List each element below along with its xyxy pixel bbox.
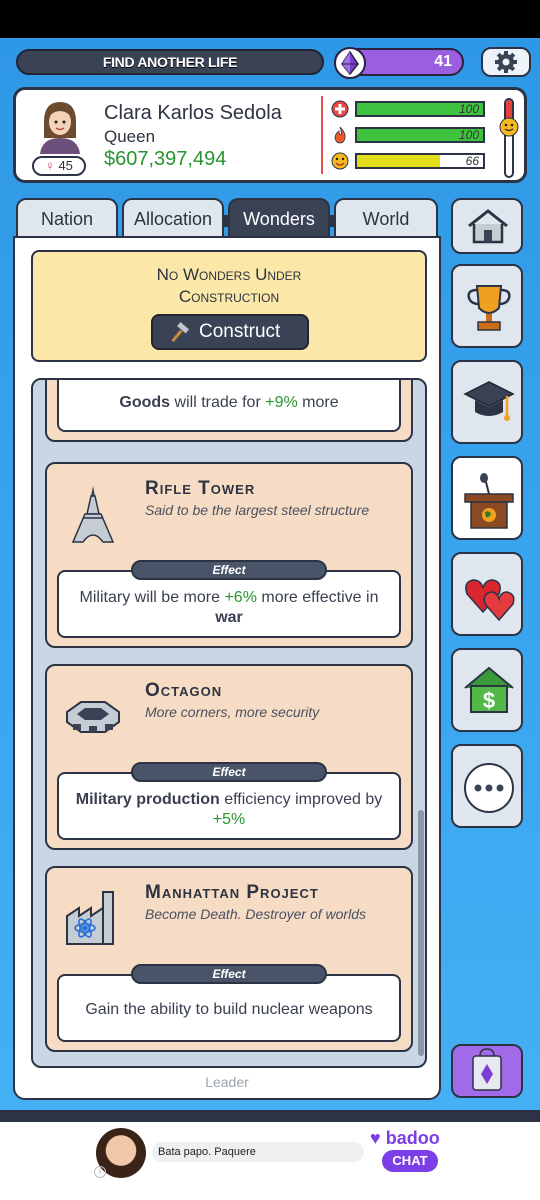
- effect-label: Effect: [131, 762, 327, 782]
- health-icon: [331, 100, 349, 118]
- wonder-subtitle: More corners, more security: [145, 704, 320, 720]
- wonder-subtitle: Said to be the largest steel structure: [145, 502, 370, 518]
- theater-masks-icon: [499, 117, 519, 137]
- education-button[interactable]: [451, 360, 523, 444]
- tab-nation[interactable]: Nation: [16, 198, 118, 238]
- stat-value: 66: [465, 154, 479, 168]
- podium-icon: [464, 473, 514, 529]
- effect-label: Effect: [131, 964, 327, 984]
- effect-text: Military production efficiency improved …: [57, 772, 401, 840]
- house-dollar-icon: $: [464, 666, 514, 713]
- find-another-life-button[interactable]: FIND ANOTHER LIFE: [16, 49, 324, 75]
- leader-name: Clara Karlos Sedola: [104, 102, 282, 124]
- leader-avatar: [40, 102, 80, 154]
- svg-text:$: $: [483, 688, 495, 713]
- hammer-icon: [171, 322, 191, 343]
- home-icon: [468, 209, 508, 244]
- effect-text: Goods will trade for +9% more: [57, 380, 401, 432]
- wonder-title: Rifle Tower: [145, 478, 256, 499]
- gem-counter[interactable]: 41: [334, 47, 464, 79]
- status-bar: [0, 0, 540, 38]
- ethereum-gem-icon: [334, 47, 366, 79]
- construction-banner: No Wonders Under Construction Construct: [31, 250, 427, 362]
- ad-divider: [0, 1110, 540, 1122]
- leader-money: $607,397,494: [104, 148, 227, 170]
- app-screen: FIND ANOTHER LIFE 41 ♀ 45 Clara Karlos S…: [0, 38, 540, 1110]
- real-estate-button[interactable]: $: [451, 648, 523, 732]
- age-badge: ♀ 45: [32, 156, 86, 176]
- gem-count: 41: [434, 53, 452, 70]
- gear-icon: [495, 51, 517, 73]
- hearts-icon: [465, 579, 515, 622]
- trophy-icon: [467, 285, 511, 331]
- wonders-list[interactable]: Goods will trade for +9% more Rifle Towe…: [31, 378, 427, 1068]
- leader-card[interactable]: ♀ 45 Clara Karlos Sedola Queen $607,397,…: [13, 87, 527, 183]
- more-button[interactable]: [451, 744, 523, 828]
- wonder-title: Octagon: [145, 680, 223, 701]
- happiness-icon: [331, 152, 349, 170]
- stat-value: 100: [458, 128, 479, 142]
- fire-icon: [334, 126, 346, 144]
- ad-text: Bata papo. Paquere: [152, 1142, 364, 1162]
- effect-label: Effect: [131, 560, 327, 580]
- wonder-card-partial: Goods will trade for +9% more: [45, 380, 413, 442]
- ad-brand-logo: ♥ badoo: [370, 1128, 440, 1148]
- wonder-title: Manhattan Project: [145, 882, 319, 903]
- more-icon: [464, 763, 514, 813]
- octagon-building-icon: [66, 701, 120, 733]
- tab-wonders[interactable]: Wonders: [228, 198, 330, 238]
- relationships-button[interactable]: [451, 552, 523, 636]
- banner-text: No Wonders Under Construction: [156, 265, 302, 306]
- tab-world[interactable]: World: [334, 198, 438, 238]
- stat-health: 100: [331, 99, 491, 121]
- home-button[interactable]: [451, 198, 523, 254]
- wonder-subtitle: Become Death. Destroyer of worlds: [145, 906, 366, 922]
- ad-banner[interactable]: i Bata papo. Paquere ♥ badoo CHAT: [0, 1122, 540, 1200]
- stat-fire: 100: [331, 125, 491, 147]
- effect-text: Gain the ability to build nuclear weapon…: [57, 974, 401, 1042]
- panel-footer-label: Leader: [205, 1074, 249, 1090]
- list-scrollbar[interactable]: [418, 810, 424, 1056]
- wonder-card-rifle-tower[interactable]: Rifle Tower Said to be the largest steel…: [45, 462, 413, 648]
- stat-happiness: 66: [331, 151, 491, 173]
- tower-icon: [71, 486, 115, 543]
- shop-button[interactable]: [451, 1044, 523, 1098]
- tab-allocation[interactable]: Allocation: [122, 198, 224, 238]
- wonders-panel: No Wonders Under Construction Construct …: [13, 236, 441, 1100]
- construct-button[interactable]: Construct: [151, 314, 309, 350]
- factory-atom-icon: [66, 891, 114, 945]
- stat-value: 100: [458, 102, 479, 116]
- tab-bar: Nation Allocation Wonders World: [16, 198, 440, 238]
- gem-bag-icon: [472, 1048, 502, 1091]
- settings-button[interactable]: [481, 47, 531, 77]
- effect-text: Military will be more +6% more effective…: [57, 570, 401, 638]
- wonder-card-manhattan-project[interactable]: Manhattan Project Become Death. Destroye…: [45, 866, 413, 1052]
- ad-info-icon[interactable]: i: [94, 1166, 106, 1178]
- wonder-card-octagon[interactable]: Octagon More corners, more security Effe…: [45, 664, 413, 850]
- ad-chat-button[interactable]: CHAT: [382, 1150, 438, 1172]
- stats-panel: 100 100 66: [321, 96, 485, 174]
- leader-title: Queen: [104, 127, 156, 146]
- approval-slider[interactable]: [499, 98, 519, 178]
- graduation-cap-icon: [463, 381, 515, 421]
- achievements-button[interactable]: [451, 264, 523, 348]
- diplomacy-button[interactable]: [451, 456, 523, 540]
